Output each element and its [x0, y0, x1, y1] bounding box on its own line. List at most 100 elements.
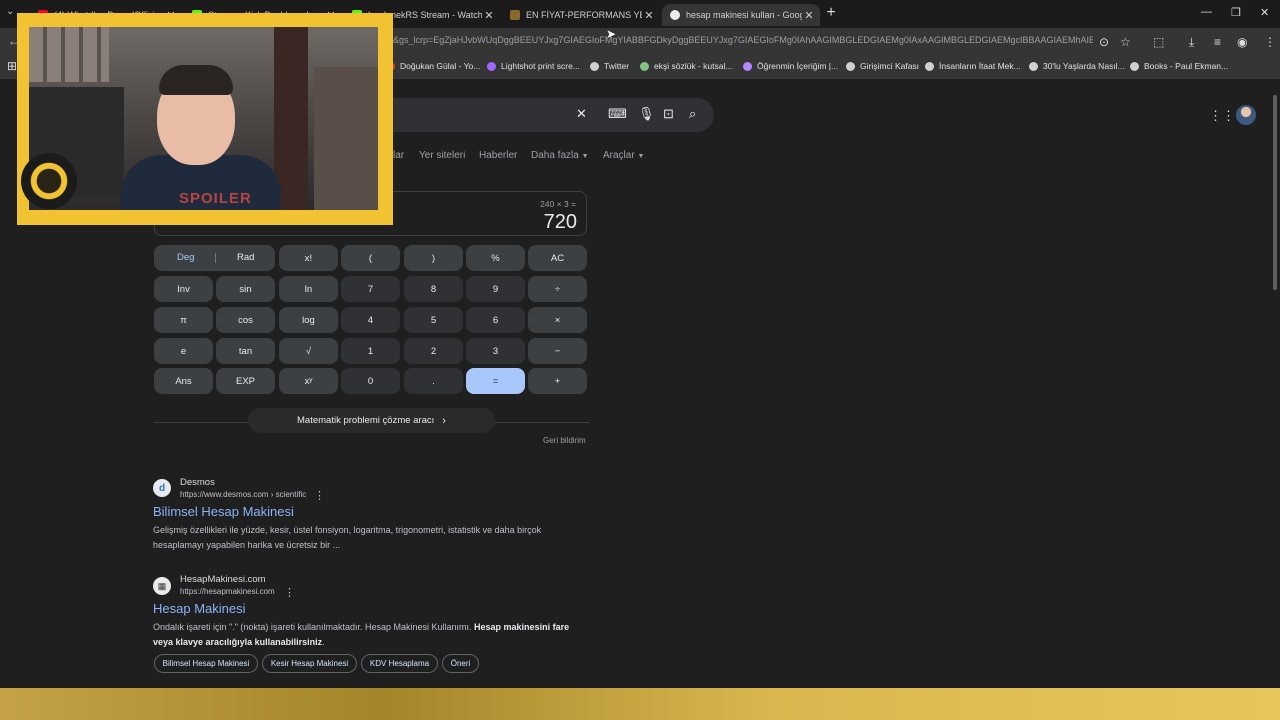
key-factorial[interactable]: x! — [279, 245, 338, 271]
key-1[interactable]: 1 — [341, 338, 400, 364]
menu-kebab-icon[interactable]: ⋮ — [1264, 35, 1276, 49]
kebab-menu-icon[interactable]: ⋮ — [284, 586, 295, 599]
result-title[interactable]: Hesap Makinesi — [153, 601, 246, 616]
tab-search-chevron-icon[interactable]: ⌄ — [6, 6, 14, 17]
nav-tools[interactable]: Araçlar ▼ — [603, 150, 644, 161]
key-0[interactable]: 0 — [341, 368, 400, 394]
result-url[interactable]: https://www.desmos.com › scientific — [180, 490, 306, 499]
stream-overlay-bar — [0, 688, 1280, 720]
key-sin[interactable]: sin — [216, 276, 275, 302]
close-icon[interactable]: ✕ — [482, 9, 496, 22]
key-ans[interactable]: Ans — [154, 368, 213, 394]
key-rparen[interactable]: ) — [404, 245, 463, 271]
feedback-link[interactable]: Geri bildirim — [543, 436, 586, 445]
bookmark-item[interactable]: Öğrenmin İçeriğim |... — [743, 61, 838, 71]
media-icon[interactable]: ≡ — [1214, 35, 1221, 49]
avatar[interactable] — [1236, 105, 1256, 125]
result-site-name[interactable]: HesapMakinesi.com — [180, 574, 266, 585]
microphone-icon[interactable]: 🎙 — [638, 106, 655, 122]
keyboard-icon[interactable]: ⌨ — [608, 106, 627, 122]
tab-google-active[interactable]: hesap makinesi kullan - Google... ✕ — [662, 4, 820, 26]
scrollbar-thumb[interactable] — [1273, 95, 1277, 290]
key-ln[interactable]: ln — [279, 276, 338, 302]
page-scrollbar[interactable] — [1272, 90, 1278, 690]
chevron-right-icon: › — [442, 414, 446, 427]
bookmark-label: Twitter — [604, 61, 630, 71]
rad-option[interactable]: Rad — [237, 252, 254, 263]
webcam-overlay: SPOILER — [17, 13, 393, 225]
close-icon[interactable]: ✕ — [802, 9, 816, 22]
result-url[interactable]: https://hesapmakinesi.com — [180, 587, 275, 596]
bookmark-item[interactable]: Books - Paul Ekman... — [1130, 61, 1228, 71]
key-percent[interactable]: % — [466, 245, 525, 271]
key-multiply[interactable]: × — [528, 307, 587, 333]
key-lparen[interactable]: ( — [341, 245, 400, 271]
deg-option[interactable]: Deg — [177, 252, 194, 263]
key-power[interactable]: xʸ — [279, 368, 338, 394]
bookmark-item[interactable]: Girişimci Kafası — [846, 61, 919, 71]
result-title[interactable]: Bilimsel Hesap Makinesi — [153, 504, 294, 519]
bookmark-item[interactable]: Lightshot print scre... — [487, 61, 580, 71]
key-dot[interactable]: . — [404, 368, 463, 394]
bookmark-favicon-icon — [640, 61, 649, 71]
key-cos[interactable]: cos — [216, 307, 275, 333]
lens-icon[interactable]: ⊡ — [663, 106, 674, 122]
window-close-icon[interactable]: ✕ — [1260, 6, 1269, 19]
nav-news[interactable]: Haberler — [479, 150, 517, 161]
key-7[interactable]: 7 — [341, 276, 400, 302]
nav-more[interactable]: Daha fazla ▼ — [531, 150, 589, 161]
key-3[interactable]: 3 — [466, 338, 525, 364]
key-inv[interactable]: Inv — [154, 276, 213, 302]
bookmark-star-icon[interactable]: ☆ — [1120, 35, 1131, 49]
kebab-menu-icon[interactable]: ⋮ — [314, 489, 325, 502]
result-snippet-bold: veya klavye aracılığıyla kullanabilirsin… — [153, 637, 323, 647]
key-minus[interactable]: − — [528, 338, 587, 364]
search-input[interactable]: ✕ ⌨ 🎙 ⊡ ⌕ — [340, 98, 714, 132]
minimize-icon[interactable]: — — [1201, 6, 1212, 18]
bookmark-item[interactable]: 30'lu Yaşlarda Nasıl... — [1029, 61, 1125, 71]
key-equals[interactable]: = — [466, 368, 525, 394]
math-solver-button[interactable]: Matematik problemi çözme aracı › — [248, 408, 495, 433]
download-icon[interactable]: ⤓ — [1189, 35, 1194, 50]
chip-kdv[interactable]: KDV Hesaplama — [361, 654, 438, 673]
chip-oneri[interactable]: Öneri — [442, 654, 479, 673]
key-plus[interactable]: + — [528, 368, 587, 394]
key-2[interactable]: 2 — [404, 338, 463, 364]
key-log[interactable]: log — [279, 307, 338, 333]
key-divide[interactable]: ÷ — [528, 276, 587, 302]
apps-grid-icon[interactable]: ⊞ — [7, 59, 17, 73]
bookmark-item[interactable]: Doğukan Gülal - Yo... — [386, 61, 480, 71]
key-ac[interactable]: AC — [528, 245, 587, 271]
result-snippet: Gelişmiş özellikleri ile yüzde, kesir, ü… — [153, 523, 593, 553]
address-bar[interactable]: &gs_lcrp=EgZjaHJvbWUqDggBEEUYJxg7GIAEGIo… — [393, 35, 1093, 45]
key-9[interactable]: 9 — [466, 276, 525, 302]
key-exp[interactable]: EXP — [216, 368, 275, 394]
bookmark-item[interactable]: İnsanların İtaat Mek... — [925, 61, 1021, 71]
result-site-name[interactable]: Desmos — [180, 477, 215, 488]
nav-partial[interactable]: lar — [393, 150, 404, 161]
key-5[interactable]: 5 — [404, 307, 463, 333]
key-8[interactable]: 8 — [404, 276, 463, 302]
key-e[interactable]: e — [154, 338, 213, 364]
close-icon[interactable]: ✕ — [642, 9, 656, 22]
deg-rad-toggle[interactable]: Deg Rad — [154, 245, 275, 271]
maximize-icon[interactable]: ❐ — [1231, 6, 1241, 19]
nav-places[interactable]: Yer siteleri — [419, 150, 465, 161]
math-solver-label: Matematik problemi çözme aracı — [297, 415, 435, 426]
key-sqrt[interactable]: √ — [279, 338, 338, 364]
new-tab-button[interactable]: + — [822, 5, 840, 23]
tab-yemek[interactable]: EN FİYAT-PERFORMANS YEMEK... ✕ — [502, 4, 660, 26]
profile-icon[interactable]: ◉ — [1237, 35, 1247, 49]
clear-icon[interactable]: ✕ — [576, 106, 587, 122]
key-6[interactable]: 6 — [466, 307, 525, 333]
key-4[interactable]: 4 — [341, 307, 400, 333]
bookmark-item[interactable]: Twitter — [590, 61, 629, 71]
bookmark-item[interactable]: ekşi sözlük - kutsal... — [640, 61, 732, 71]
key-pi[interactable]: π — [154, 307, 213, 333]
search-icon[interactable]: ⌕ — [689, 106, 696, 122]
extensions-icon[interactable]: ⬚ — [1153, 35, 1164, 49]
key-tan[interactable]: tan — [216, 338, 275, 364]
location-icon[interactable]: ⊙ — [1099, 35, 1109, 49]
chip-bilimsel[interactable]: Bilimsel Hesap Makinesi — [154, 654, 258, 673]
chip-kesir[interactable]: Kesir Hesap Makinesi — [262, 654, 357, 673]
